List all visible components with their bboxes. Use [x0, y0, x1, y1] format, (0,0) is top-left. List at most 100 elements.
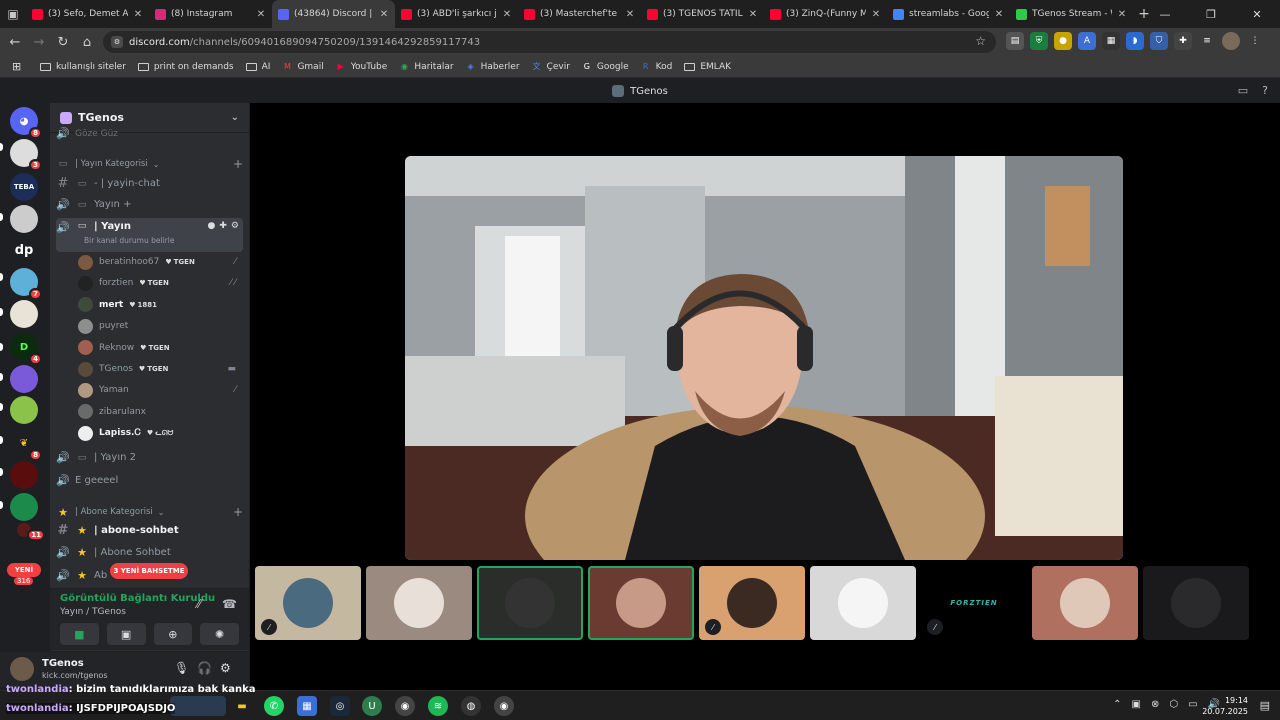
focused-video-stream[interactable] — [405, 156, 1123, 560]
inbox-icon[interactable]: ▭ — [1238, 84, 1248, 97]
server-icon[interactable]: ❦ 8 — [10, 429, 42, 461]
file-explorer-icon[interactable]: ▬ — [232, 696, 252, 716]
bookmark-item[interactable]: ◉ Haritalar — [399, 62, 454, 72]
close-tab-icon[interactable]: ✕ — [1117, 9, 1127, 20]
close-tab-icon[interactable]: ✕ — [133, 9, 143, 20]
server-icon[interactable] — [10, 396, 38, 424]
help-icon[interactable]: ? — [1262, 84, 1268, 97]
obs-icon[interactable]: ◍ — [461, 696, 481, 716]
gear-icon[interactable]: ⚙ — [220, 661, 231, 675]
browser-tab[interactable]: (3) Sefo, Demet A ✕ — [26, 0, 149, 28]
back-icon[interactable]: ← — [3, 35, 27, 50]
shield-icon[interactable]: ⛨ — [1030, 32, 1048, 50]
translate-icon[interactable]: A — [1078, 32, 1096, 50]
voice-member[interactable]: beratinhoo67 ♥ TGEN ⁄ — [78, 252, 242, 272]
add-channel-icon[interactable]: + — [233, 505, 243, 519]
notification-icon[interactable]: ▤ — [1260, 699, 1270, 712]
store-icon[interactable]: ▦ — [297, 696, 317, 716]
headphones-icon[interactable]: 🎧 — [197, 661, 212, 675]
chrome-icon[interactable]: ◉ — [395, 696, 415, 716]
extension-icon[interactable]: ⛉ — [1150, 32, 1168, 50]
close-tab-icon[interactable]: ✕ — [502, 9, 512, 20]
voice-member[interactable]: Lapiss.Ꮯ ♥ ᓚᘏᗢ — [78, 423, 242, 443]
close-tab-icon[interactable]: ✕ — [871, 9, 881, 20]
bookmark-item[interactable]: ◈ Haberler — [466, 62, 519, 72]
participant-tile[interactable]: ⁄ — [699, 566, 805, 640]
browser-tab[interactable]: (3) ZinQ-(Funny Mom ✕ — [764, 0, 887, 28]
channel-yayin-2[interactable]: 🔊 ▭ | Yayın 2 — [56, 451, 243, 464]
server-icon[interactable]: 7 — [10, 268, 42, 300]
voice-member[interactable]: mert ♥ 1881 — [78, 295, 242, 315]
browser-tab[interactable]: (43864) Discord | ✕ — [272, 0, 395, 28]
participant-tile[interactable] — [588, 566, 694, 640]
close-window-icon[interactable]: ✕ — [1234, 0, 1280, 28]
server-icon[interactable] — [10, 300, 38, 328]
close-tab-icon[interactable]: ✕ — [748, 9, 758, 20]
voice-status[interactable]: Görüntülü Bağlantı Kuruldu — [60, 593, 215, 604]
site-info-icon[interactable]: ⚙ — [111, 36, 123, 48]
server-icon[interactable] — [10, 205, 38, 233]
noise-suppression-icon[interactable]: ⁄⁄ — [197, 597, 201, 611]
close-tab-icon[interactable]: ✕ — [379, 9, 389, 20]
server-icon[interactable] — [10, 461, 38, 489]
avatar[interactable] — [10, 657, 34, 681]
close-tab-icon[interactable]: ✕ — [256, 9, 266, 20]
tray-app-icon[interactable]: ⬡ — [1169, 699, 1178, 710]
playlist-icon[interactable]: ≡ — [1198, 32, 1216, 50]
tray-app-icon[interactable]: ⊗ — [1151, 699, 1159, 710]
apps-grid-icon[interactable]: ⊞ — [12, 60, 26, 73]
browser-tab[interactable]: (3) ABD'li şarkıcı jksol ✕ — [395, 0, 518, 28]
forward-icon[interactable]: → — [27, 35, 51, 50]
voice-member[interactable]: TGenos ♥ TGEN ▬ — [78, 359, 242, 379]
browser-tab[interactable]: TGenos Stream - Wa ✕ — [1010, 0, 1133, 28]
participant-tile[interactable] — [1143, 566, 1249, 640]
add-member-icon[interactable]: ✚ — [219, 221, 227, 231]
new-servers-badge[interactable]: YENİ — [7, 563, 41, 577]
channel-yayin-selected[interactable]: 🔊 ▭ | Yayın ● ✚ ⚙ Bir kanal durumu belirle — [56, 218, 243, 252]
chevron-up-icon[interactable]: ⌃ — [1113, 699, 1121, 710]
discord-home-icon[interactable]: ◕ 8 — [10, 107, 42, 139]
channel-abone-sohbet-voice[interactable]: 🔊 ★ | Abone Sohbet — [56, 546, 243, 559]
gear-icon[interactable]: ⚙ — [231, 221, 239, 231]
server-icon[interactable]: 3 — [10, 139, 42, 171]
participant-tile[interactable]: FORZTIEN ⁄ — [921, 566, 1027, 640]
bookmark-item[interactable]: 文 Çevir — [532, 62, 570, 72]
server-icon[interactable]: dp — [10, 236, 38, 264]
spotify-icon[interactable]: ≋ — [428, 696, 448, 716]
minimize-icon[interactable]: — — [1142, 0, 1188, 28]
reload-icon[interactable]: ↻ — [51, 35, 75, 50]
clock[interactable]: 19:14 20.07.2025 — [1202, 695, 1248, 717]
bookmark-star-icon[interactable]: ☆ — [975, 34, 986, 48]
channel-yayin-chat[interactable]: # ▭ - | yayin-chat — [56, 176, 243, 191]
channel-item[interactable]: 🔊 Göze Güz — [56, 127, 243, 140]
menu-icon[interactable]: ⋮ — [1246, 32, 1264, 50]
new-mentions-pill[interactable]: 3 YENİ BAHSETME — [110, 563, 188, 579]
tab-search-icon[interactable]: ▣ — [0, 0, 26, 28]
address-bar[interactable]: ⚙ discord.com/channels/60940168909475020… — [103, 31, 996, 53]
channel-abone-sohbet-text[interactable]: # ★ | abone-sohbet — [56, 523, 243, 538]
browser-tab[interactable]: (8) Instagram ✕ — [149, 0, 272, 28]
activity-button[interactable]: ⊕ — [153, 623, 193, 645]
steam-icon[interactable]: ◎ — [330, 696, 350, 716]
server-icon[interactable]: 11 — [17, 523, 45, 541]
widget-thumbnail[interactable] — [170, 696, 226, 716]
bookmark-item[interactable]: G Google — [582, 62, 629, 72]
voice-member[interactable]: puyret — [78, 316, 242, 336]
whatsapp-icon[interactable]: ✆ — [264, 696, 284, 716]
app-icon[interactable]: U — [362, 696, 382, 716]
bookmark-item[interactable]: EMLAK — [684, 62, 731, 72]
extension-icon[interactable]: ▤ — [1006, 32, 1024, 50]
channel-status[interactable]: Bir kanal durumu belirle — [84, 236, 174, 245]
bookmark-item[interactable]: M Gmail — [282, 62, 324, 72]
close-tab-icon[interactable]: ✕ — [994, 9, 1004, 20]
network-icon[interactable]: ▭ — [1188, 699, 1197, 710]
close-tab-icon[interactable]: ✕ — [625, 9, 635, 20]
channel-yayin-plus[interactable]: 🔊 ▭ Yayın + — [56, 198, 243, 211]
participant-tile[interactable] — [810, 566, 916, 640]
voice-member[interactable]: Reknow ♥ TGEN — [78, 338, 242, 358]
tray-app-icon[interactable]: ▣ — [1132, 699, 1141, 710]
disconnect-icon[interactable]: ☎ — [222, 597, 237, 611]
chrome-icon[interactable]: ◉ — [494, 696, 514, 716]
voice-member[interactable]: forztien ♥ TGEN ⁄ ⁄ — [78, 273, 242, 293]
microphone-icon[interactable]: 🎙 — [174, 661, 189, 675]
